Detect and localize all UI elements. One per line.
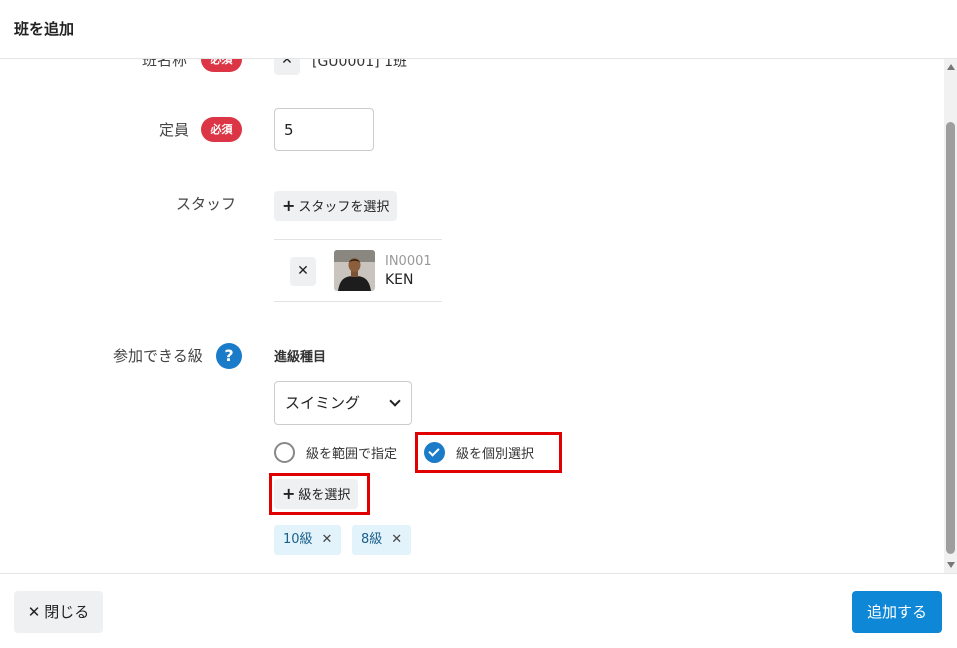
select-staff-label: スタッフを選択 [298,200,390,215]
select-grade-label: 級を選択 [298,488,351,503]
chevron-down-icon [389,395,401,407]
modal-header: 班を追加 [0,0,957,59]
staff-name: KEN [385,272,414,288]
select-grade-button[interactable]: + 級を選択 [274,479,359,509]
plus-icon: + [282,196,296,215]
scroll-down-arrow[interactable] [947,562,955,568]
group-name-required-badge: 必須 [201,59,242,72]
close-icon: ✕ [27,603,41,621]
remove-tag-icon[interactable]: ✕ [322,532,333,547]
group-name-label: 班名称 [142,59,188,69]
modal-body: 班名称 必須 ✕ [GU0001] 1班 定員 必須 スタッフ +スタッフを選択… [0,59,957,573]
scrollbar-thumb[interactable] [946,122,955,554]
grade-tag-label: 8級 [361,532,383,547]
select-staff-button[interactable]: + スタッフを選択 [274,191,398,221]
staff-label: スタッフ [176,195,237,213]
modal-title: 班を追加 [14,20,75,38]
capacity-input[interactable] [274,108,374,151]
event-select-value: スイミング [285,394,361,412]
staff-item: ✕ IN0001 KEN [274,239,442,302]
event-select[interactable]: スイミング [274,381,412,425]
modal-footer: ✕ 閉じる 追加する [0,573,957,648]
close-label: 閉じる [44,603,90,621]
radio-individual-label: 級を個別選択 [456,447,535,462]
close-button[interactable]: ✕ 閉じる [14,591,103,633]
remove-tag-icon[interactable]: ✕ [391,532,402,547]
check-icon [428,445,440,457]
radio-range[interactable] [274,442,295,463]
staff-id: IN0001 [385,254,432,269]
scrollbar[interactable] [944,59,957,573]
plus-icon: + [282,484,296,503]
capacity-label: 定員 [159,121,190,139]
grade-tag-label: 10級 [283,532,313,547]
radio-individual[interactable] [424,442,445,463]
staff-avatar [334,250,375,291]
group-name-clear-button[interactable]: ✕ [274,59,300,75]
add-button[interactable]: 追加する [852,591,942,633]
radio-range-label: 級を範囲で指定 [306,447,398,462]
add-group-modal: 班を追加 班名称 必須 ✕ [GU0001] 1班 定員 必須 スタッフ +スタ… [0,0,957,648]
help-icon[interactable]: ? [216,343,242,369]
capacity-required-badge: 必須 [201,117,242,142]
grade-tag: 8級 ✕ [352,525,412,555]
remove-staff-button[interactable]: ✕ [290,257,316,286]
event-title: 進級種目 [274,350,327,365]
grades-label: 参加できる級 [113,347,203,365]
scroll-up-arrow[interactable] [947,64,955,70]
grade-tag: 10級 ✕ [274,525,342,555]
group-name-value: [GU0001] 1班 [312,59,408,70]
